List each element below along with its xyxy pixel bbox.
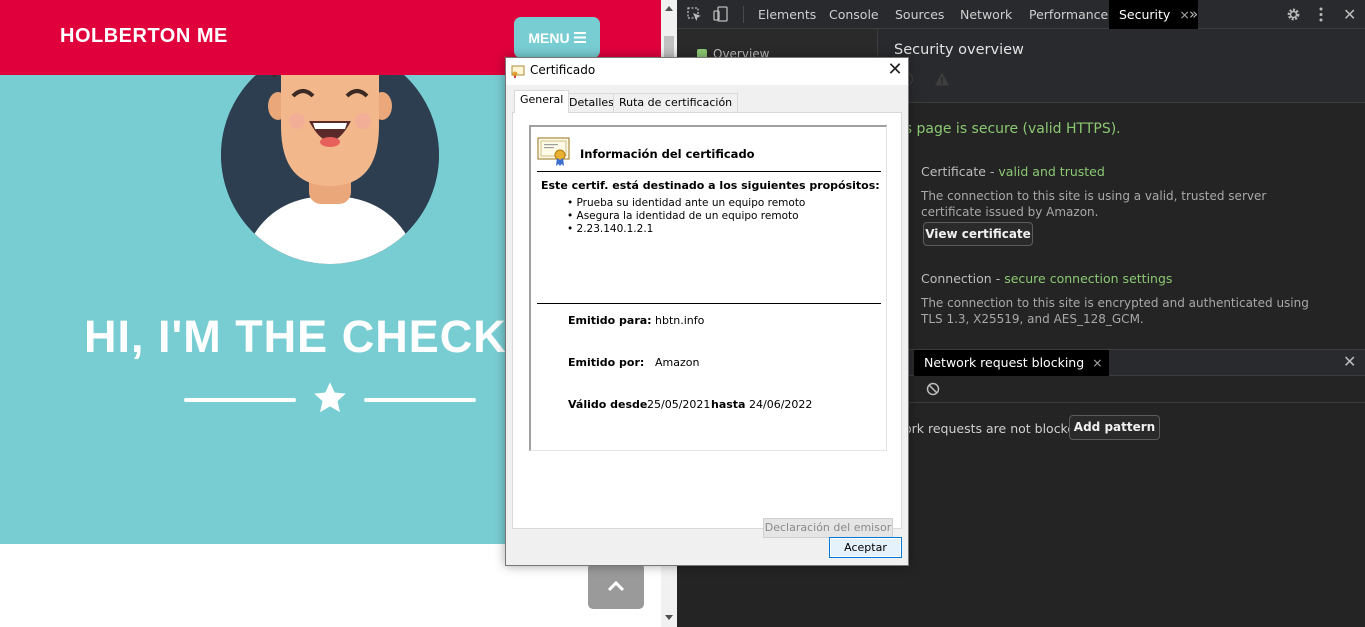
issued-to-value[interactable]: hbtn.info <box>655 314 704 327</box>
secure-page-message: his page is secure (valid HTTPS). <box>892 121 1121 137</box>
close-devtools-icon[interactable]: ✕ <box>1343 0 1356 29</box>
certificate-dialog: Certificado ✕ General Detalles Ruta de c… <box>505 57 909 566</box>
connection-heading: Connection - secure connection settings <box>921 271 1172 286</box>
purpose-item: • Prueba su identidad ante un equipo rem… <box>567 197 806 209</box>
toolbar-divider <box>743 6 744 23</box>
certificate-heading: Certificate - valid and trusted <box>921 164 1105 179</box>
issued-to-label: Emitido para: <box>568 314 652 327</box>
inspect-element-icon[interactable] <box>687 7 702 22</box>
security-overview-title: Security overview <box>894 42 1024 58</box>
issued-by-label: Emitido por: <box>568 356 645 369</box>
device-toolbar-icon[interactable] <box>713 6 729 22</box>
star-icon <box>314 382 346 413</box>
connection-status: secure connection settings <box>1004 271 1173 286</box>
certificate-icon <box>537 137 570 166</box>
divider-line-right <box>364 398 476 402</box>
dialog-titlebar[interactable]: Certificado ✕ <box>506 58 908 85</box>
warning-icon <box>935 72 949 86</box>
issued-by-value[interactable]: Amazon <box>655 356 699 369</box>
general-tab-panel: Información del certificado Este certif.… <box>512 112 902 538</box>
security-details: his page is secure (valid HTTPS). Certif… <box>878 104 1365 349</box>
purpose-item: • 2.23.140.1.2.1 <box>567 223 654 235</box>
block-icon[interactable] <box>926 382 940 396</box>
hero-title: HI, I'M THE CHECK <box>84 311 507 362</box>
drawer-tab-label: Network request blocking <box>924 355 1085 370</box>
certificate-info-title: Información del certificado <box>580 147 755 161</box>
security-overview-header: Security overview <box>878 29 1365 103</box>
certificate-info-box: Información del certificado Este certif.… <box>529 125 887 451</box>
scroll-up-arrow-icon[interactable] <box>664 4 674 14</box>
certificate-small-icon <box>511 65 525 78</box>
brand-logo[interactable]: HOLBERTON ME <box>60 25 228 48</box>
settings-gear-icon[interactable] <box>1286 7 1301 22</box>
issuer-statement-button[interactable]: Declaración del emisor <box>763 518 893 538</box>
valid-to-value[interactable]: 24/06/2022 <box>749 398 812 411</box>
tab-network[interactable]: Network <box>960 0 1012 29</box>
menu-label: MENU <box>528 29 570 46</box>
dialog-title: Certificado <box>530 63 596 77</box>
tab-network-request-blocking[interactable]: Network request blocking × <box>914 350 1109 376</box>
avatar-face-icon <box>221 46 439 264</box>
requests-not-blocked-message: ork requests are not blocked. <box>904 421 1087 436</box>
view-certificate-button[interactable]: View certificate <box>923 222 1033 246</box>
tab-console[interactable]: Console <box>829 0 879 29</box>
connection-description: The connection to this site is encrypted… <box>921 296 1309 326</box>
certificate-description: The connection to this site is using a v… <box>921 189 1267 219</box>
tab-general[interactable]: General <box>514 90 570 113</box>
purpose-item: • Asegura la identidad de un equipo remo… <box>567 210 799 222</box>
certificate-label: Certificate - <box>921 164 999 179</box>
purpose-heading: Este certif. está destinado a los siguie… <box>541 179 880 192</box>
tab-security[interactable]: Security × <box>1109 0 1198 29</box>
info-separator-bottom <box>537 303 881 304</box>
scroll-down-arrow-icon[interactable] <box>664 612 674 622</box>
avatar-illustration <box>221 46 439 264</box>
info-separator-top <box>537 171 881 172</box>
hamburger-icon <box>573 32 586 43</box>
close-drawer-tab-icon[interactable]: × <box>1092 355 1102 370</box>
tab-performance[interactable]: Performance <box>1029 0 1108 29</box>
close-dialog-icon[interactable]: ✕ <box>882 59 908 83</box>
valid-to-label: hasta <box>711 398 746 411</box>
connection-label: Connection - <box>921 271 1005 286</box>
more-options-icon[interactable] <box>1318 7 1324 22</box>
tab-elements[interactable]: Elements <box>758 0 816 29</box>
menu-button[interactable]: MENU <box>514 17 600 58</box>
devtools-toolbar: Elements Console Sources Network Perform… <box>677 0 1365 29</box>
divider-line-left <box>184 398 296 402</box>
tab-security-label: Security <box>1119 7 1171 22</box>
scroll-to-top-button[interactable] <box>588 563 644 609</box>
more-tabs-icon[interactable]: » <box>1189 0 1198 29</box>
accept-button[interactable]: Aceptar <box>829 537 902 558</box>
tab-ruta-de-certificacion[interactable]: Ruta de certificación <box>613 93 739 113</box>
certificate-status: valid and trusted <box>998 164 1105 179</box>
valid-from-label: Válido desde <box>568 398 648 411</box>
valid-from-value[interactable]: 25/05/2021 <box>647 398 710 411</box>
tab-detalles[interactable]: Detalles <box>563 93 620 113</box>
add-pattern-button[interactable]: Add pattern <box>1069 415 1160 440</box>
chevron-up-icon <box>607 580 625 592</box>
close-drawer-icon[interactable]: ✕ <box>1343 352 1356 371</box>
tab-sources[interactable]: Sources <box>895 0 944 29</box>
